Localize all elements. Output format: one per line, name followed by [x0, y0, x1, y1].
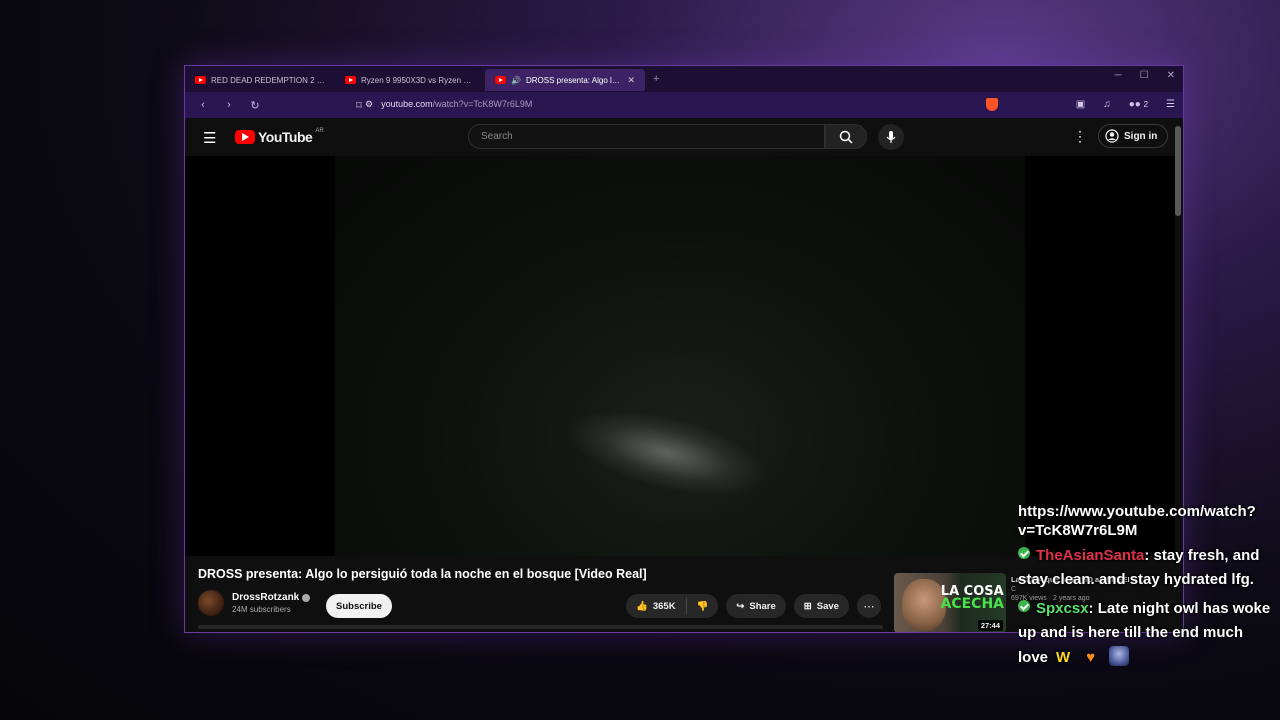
- video-figure: [561, 394, 773, 512]
- tab-bar: RED DEAD REDEMPTION 2 destrozó Ryzen 9 9…: [185, 66, 1183, 92]
- save-button[interactable]: ⊞ Save: [793, 594, 849, 618]
- thumbnail-line2: ACECHA: [940, 596, 1005, 612]
- tab-red-dead[interactable]: RED DEAD REDEMPTION 2 destrozó: [185, 69, 335, 91]
- youtube-header: ☰ YouTube AR ⋮ Sign in: [185, 118, 1175, 156]
- video-player[interactable]: [185, 156, 1175, 556]
- heart-emote-icon: ♥: [1086, 648, 1096, 666]
- channel-info: DrossRotzank 24M subscribers: [198, 590, 311, 616]
- dislike-button[interactable]: 👎: [687, 601, 719, 612]
- youtube-favicon-icon: [195, 76, 206, 84]
- account-icon: [1105, 129, 1119, 143]
- tab-ryzen[interactable]: Ryzen 9 9950X3D vs Ryzen 7 9800X3: [335, 69, 485, 91]
- like-dislike-group: 👍 365K 👎: [626, 594, 719, 618]
- w-emote: W: [1056, 648, 1071, 666]
- reload-icon[interactable]: ↻: [247, 99, 263, 112]
- close-tab-icon[interactable]: ✕: [627, 75, 635, 86]
- stream-chat-overlay: https://www.youtube.com/watch? v=TcK8W7r…: [1018, 503, 1280, 671]
- duration-badge: 27:44: [977, 620, 1003, 631]
- verified-icon: [302, 593, 311, 602]
- toolbar-right: ▣ ♫ ●● 2 ☰: [985, 98, 1175, 111]
- site-settings-icon[interactable]: ⚙: [365, 99, 373, 110]
- video-title: DROSS presenta: Algo lo persiguió toda l…: [198, 567, 647, 581]
- address-bar: ‹ › ↻ ⌑ ⚙ youtube.com/watch?v=TcK8W7r6L9…: [185, 92, 1183, 118]
- extension-count: 2: [1143, 100, 1149, 109]
- minimize-icon[interactable]: ─: [1115, 70, 1122, 81]
- more-options-icon[interactable]: ⋮: [1073, 128, 1087, 145]
- search-icon: [839, 130, 853, 144]
- save-icon: ⊞: [803, 600, 812, 612]
- chat-link-line1: https://www.youtube.com/watch?: [1018, 503, 1256, 519]
- verified-check-icon: [1018, 599, 1030, 612]
- channel-name[interactable]: DrossRotzank: [232, 592, 299, 603]
- maximize-icon[interactable]: ☐: [1140, 70, 1149, 81]
- emote-icon: [1109, 645, 1130, 666]
- thumbs-up-icon: 👍: [636, 600, 648, 612]
- thumbs-down-icon: 👎: [696, 600, 709, 612]
- channel-avatar[interactable]: [198, 590, 224, 616]
- description-preview[interactable]: [198, 625, 883, 629]
- share-icon: ↪: [736, 600, 745, 612]
- subscriber-count: 24M subscribers: [232, 605, 291, 614]
- youtube-favicon-icon: [495, 76, 506, 84]
- hamburger-menu-icon[interactable]: ☰: [203, 129, 216, 147]
- tab-label: DROSS presenta: Algo lo pers: [525, 75, 622, 85]
- tab-label: Ryzen 9 9950X3D vs Ryzen 7 9800X3: [361, 75, 475, 85]
- window-controls: ─ ☐ ✕: [1115, 70, 1175, 81]
- media-icon[interactable]: ♫: [1103, 99, 1111, 110]
- share-label: Share: [749, 600, 776, 612]
- tab-label: RED DEAD REDEMPTION 2 destrozó: [211, 75, 325, 85]
- search-box: [468, 124, 848, 149]
- more-actions-button[interactable]: ⋯: [856, 594, 881, 618]
- like-button[interactable]: 👍 365K: [626, 601, 686, 612]
- share-button[interactable]: ↪ Share: [726, 594, 786, 618]
- search-button[interactable]: [825, 124, 867, 149]
- youtube-favicon-icon: [345, 76, 356, 84]
- chat-username: Spxcsx: [1036, 599, 1089, 617]
- chat-message: Spxcsx: Late night owl has woke up and i…: [1018, 597, 1280, 671]
- menu-icon[interactable]: ☰: [1166, 99, 1175, 110]
- youtube-logo[interactable]: YouTube AR: [235, 128, 324, 145]
- speaker-icon: 🔊: [511, 75, 521, 85]
- verified-check-icon: [1018, 546, 1030, 559]
- chat-message: TheAsianSanta: stay fresh, and stay clea…: [1018, 544, 1280, 593]
- tab-dross[interactable]: 🔊 DROSS presenta: Algo lo pers ✕: [485, 69, 645, 91]
- subscribe-button[interactable]: Subscribe: [326, 594, 392, 618]
- country-code: AR: [315, 128, 324, 134]
- url-path: /watch?v=TcK8W7r6L9M: [432, 99, 533, 109]
- sign-in-label: Sign in: [1124, 130, 1158, 142]
- logo-text: YouTube: [258, 129, 313, 145]
- thumbnail-face: [902, 579, 946, 631]
- extensions-icon[interactable]: ●● 2: [1129, 99, 1148, 110]
- recommended-thumbnail[interactable]: LA COSA ACECHA 27:44: [894, 573, 1006, 632]
- url-host: youtube.com: [381, 99, 433, 109]
- video-actions: 👍 365K 👎 ↪ Share ⊞ Save ⋯: [626, 594, 881, 618]
- brave-shield-icon[interactable]: [985, 98, 998, 111]
- voice-search-button[interactable]: [878, 124, 904, 150]
- save-label: Save: [816, 600, 839, 612]
- page-scrollbar[interactable]: [1175, 126, 1181, 216]
- close-window-icon[interactable]: ✕: [1167, 70, 1175, 81]
- chat-username: TheAsianSanta: [1036, 546, 1145, 564]
- url-field[interactable]: ⚙ youtube.com/watch?v=TcK8W7r6L9M: [365, 99, 532, 110]
- new-tab-button[interactable]: +: [653, 73, 659, 85]
- youtube-play-icon: [235, 130, 255, 144]
- thumbnail-text: LA COSA ACECHA: [941, 585, 1005, 611]
- forward-icon[interactable]: ›: [221, 99, 237, 111]
- sign-in-button[interactable]: Sign in: [1098, 124, 1169, 148]
- video-frame: [335, 156, 1025, 556]
- leo-icon[interactable]: ▣: [1076, 99, 1085, 110]
- microphone-icon: [886, 131, 896, 143]
- back-icon[interactable]: ‹: [195, 99, 211, 111]
- like-count: 365K: [652, 600, 676, 612]
- search-input[interactable]: [469, 125, 848, 148]
- chat-link-line2: v=TcK8W7r6L9M: [1018, 522, 1138, 539]
